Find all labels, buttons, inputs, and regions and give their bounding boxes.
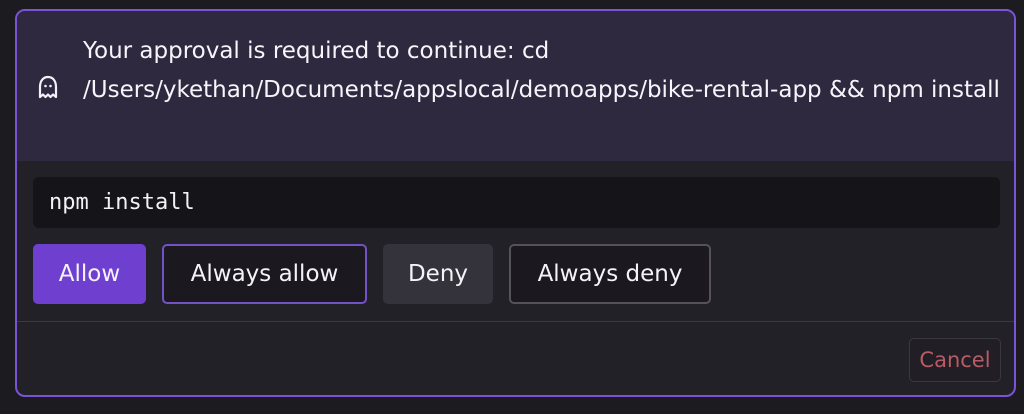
approval-message: Your approval is required to continue: c… [83,38,1000,103]
dialog-divider [17,321,1014,322]
always-allow-button[interactable]: Always allow [162,244,367,304]
approval-header: Your approval is required to continue: c… [17,11,1014,161]
allow-button[interactable]: Allow [33,244,146,304]
deny-button[interactable]: Deny [383,244,493,304]
command-preview: npm install [33,177,1000,228]
always-deny-button[interactable]: Always deny [509,244,711,304]
ghost-icon [37,75,59,101]
approval-dialog: Your approval is required to continue: c… [15,9,1016,397]
cancel-button[interactable]: Cancel [909,338,1001,382]
